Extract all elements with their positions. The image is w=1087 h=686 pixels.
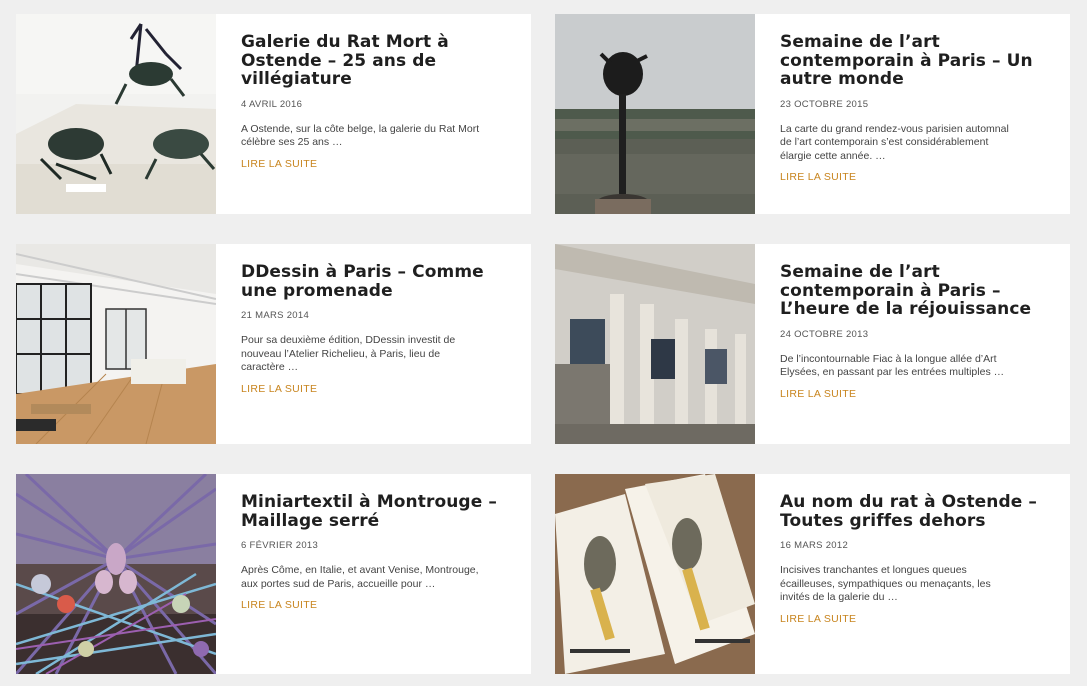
article-thumbnail[interactable] [16, 14, 216, 214]
article-title[interactable]: Galerie du Rat Mort à Ostende – 25 ans d… [241, 33, 507, 89]
sculpture-by-pond-photo [555, 14, 755, 214]
article-excerpt: La carte du grand rendez-vous parisien a… [780, 122, 1009, 162]
article-date: 16 MARS 2012 [780, 540, 849, 551]
article-title[interactable]: Semaine de l’art contemporain à Paris – … [780, 263, 1046, 319]
article-thumbnail[interactable] [555, 244, 755, 444]
read-more-link[interactable]: LIRE LA SUITE [241, 158, 317, 170]
article-date: 21 MARS 2014 [241, 310, 310, 321]
article-date: 24 OCTOBRE 2013 [780, 328, 869, 340]
grand-palais-photo [555, 244, 755, 444]
textile-installation-photo [16, 474, 216, 674]
article-body: Au nom du rat à Ostende – Toutes griffes… [755, 474, 1070, 674]
read-more-link[interactable]: LIRE LA SUITE [241, 383, 317, 395]
article-card: Galerie du Rat Mort à Ostende – 25 ans d… [16, 14, 531, 214]
article-card: Semaine de l’art contemporain à Paris – … [555, 244, 1070, 444]
article-title[interactable]: DDessin à Paris – Comme une promenade [241, 263, 507, 300]
article-title[interactable]: Au nom du rat à Ostende – Toutes griffes… [780, 493, 1046, 530]
article-excerpt: A Ostende, sur la côte belge, la galerie… [241, 122, 480, 149]
article-card: Au nom du rat à Ostende – Toutes griffes… [555, 474, 1070, 674]
article-card: Miniartextil à Montrouge – Maillage serr… [16, 474, 531, 674]
article-body: Semaine de l’art contemporain à Paris – … [755, 14, 1070, 214]
article-card: DDessin à Paris – Comme une promenade 21… [16, 244, 531, 444]
read-more-link[interactable]: LIRE LA SUITE [780, 388, 856, 400]
article-date: 4 AVRIL 2016 [241, 98, 303, 110]
article-body: Semaine de l’art contemporain à Paris – … [755, 244, 1070, 444]
article-excerpt: Incisives tranchantes et longues queues … [780, 564, 991, 603]
article-body: DDessin à Paris – Comme une promenade 21… [216, 244, 531, 444]
article-body: Galerie du Rat Mort à Ostende – 25 ans d… [216, 14, 531, 214]
article-grid: Galerie du Rat Mort à Ostende – 25 ans d… [0, 0, 1087, 686]
article-thumbnail[interactable] [555, 14, 755, 214]
rat-sculptures-photo [16, 14, 216, 214]
article-excerpt: De l’incontournable Fiac à la longue all… [780, 352, 1005, 379]
loft-interior-photo [16, 244, 216, 444]
exhibition-flyers-photo [555, 474, 755, 674]
article-thumbnail[interactable] [16, 244, 216, 444]
article-date: 6 FÉVRIER 2013 [241, 540, 319, 551]
article-thumbnail[interactable] [16, 474, 216, 674]
article-thumbnail[interactable] [555, 474, 755, 674]
article-date: 23 OCTOBRE 2015 [780, 98, 869, 110]
article-excerpt: Pour sa deuxième édition, DDessin invest… [241, 334, 456, 373]
read-more-link[interactable]: LIRE LA SUITE [780, 613, 856, 625]
read-more-link[interactable]: LIRE LA SUITE [780, 171, 856, 183]
article-excerpt: Après Côme, en Italie, et avant Venise, … [241, 564, 479, 590]
read-more-link[interactable]: LIRE LA SUITE [241, 599, 317, 611]
article-body: Miniartextil à Montrouge – Maillage serr… [216, 474, 531, 674]
article-title[interactable]: Semaine de l’art contemporain à Paris – … [780, 33, 1046, 89]
article-card: Semaine de l’art contemporain à Paris – … [555, 14, 1070, 214]
article-title[interactable]: Miniartextil à Montrouge – Maillage serr… [241, 493, 507, 530]
